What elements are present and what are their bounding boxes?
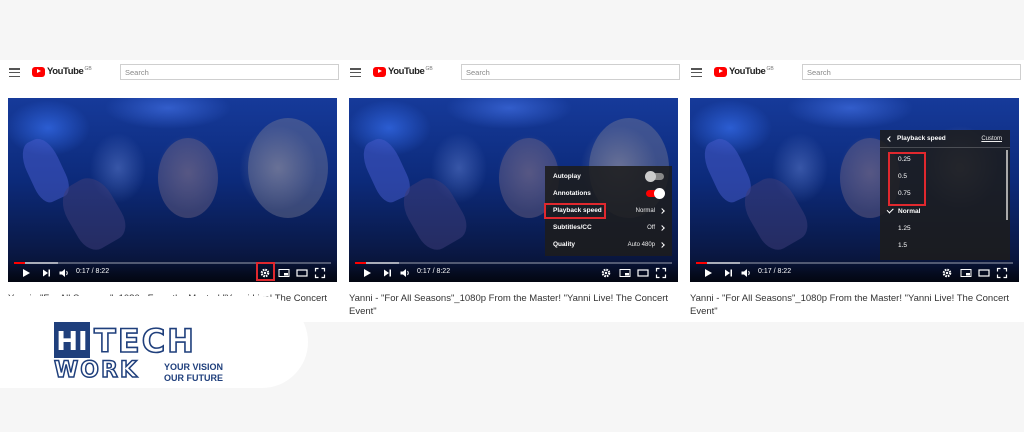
progress-bar[interactable]: [696, 262, 1013, 264]
logo-region: GB: [84, 65, 92, 72]
play-icon[interactable]: [702, 267, 714, 279]
logo-text: YouTube: [388, 66, 425, 77]
search-input[interactable]: Search: [461, 64, 680, 80]
screenshot-panel-1: YouTube GB Search 0:17 / 8:22 The Concer…: [0, 60, 342, 322]
speed-menu-title: Playback speed: [897, 135, 946, 142]
theater-icon[interactable]: [637, 267, 649, 279]
screenshot-panel-2: YouTube GB Search Autoplay Annotations P…: [341, 60, 683, 322]
hi-text: HI: [56, 327, 87, 357]
menu-item-quality[interactable]: Quality Auto 480p: [545, 236, 672, 253]
fullscreen-icon[interactable]: [655, 267, 667, 279]
time-display: 0:17 / 8:22: [76, 268, 110, 275]
autoplay-toggle[interactable]: [645, 171, 664, 182]
tagline-line-1: YOUR VISION: [164, 362, 224, 372]
tagline-line-2: OUR FUTURE: [164, 373, 223, 383]
masthead: YouTube GB Search: [682, 60, 1024, 86]
logo-text: YouTube: [47, 66, 84, 77]
logo-region: GB: [425, 65, 433, 72]
miniplayer-icon[interactable]: [619, 267, 631, 279]
player-controls: 0:17 / 8:22: [349, 260, 678, 282]
search-input[interactable]: Search: [120, 64, 339, 80]
menu-scrollbar[interactable]: [1006, 150, 1008, 220]
progress-played: [355, 262, 366, 264]
youtube-play-icon: [32, 66, 45, 77]
masthead: YouTube GB Search: [341, 60, 683, 86]
playback-speed-highlight-box: [544, 203, 606, 219]
gear-highlight-box: [256, 262, 275, 281]
slow-speeds-highlight-box: [888, 152, 926, 206]
progress-bar[interactable]: [14, 262, 331, 264]
chevron-right-icon: [659, 224, 665, 231]
screenshot-panel-3: YouTube GB Search Playback speed Custom …: [682, 60, 1024, 322]
menu-item-label: Subtitles/CC: [553, 224, 592, 231]
next-icon[interactable]: [381, 267, 393, 279]
play-icon[interactable]: [20, 267, 32, 279]
progress-bar[interactable]: [355, 262, 672, 264]
hitech-logo: HI TECH: [54, 322, 192, 358]
menu-item-label: Annotations: [553, 190, 591, 197]
masthead: YouTube GB Search: [0, 60, 342, 86]
volume-icon[interactable]: [740, 267, 752, 279]
time-display: 0:17 / 8:22: [758, 268, 792, 275]
annotations-toggle[interactable]: [646, 188, 665, 199]
gear-icon[interactable]: [600, 267, 612, 279]
fullscreen-icon[interactable]: [996, 267, 1008, 279]
video-player[interactable]: Playback speed Custom 0.25 0.5 0.75 Norm…: [690, 98, 1019, 282]
menu-item-label: Autoplay: [553, 173, 581, 180]
video-frame-detail: [158, 138, 218, 218]
player-controls: 0:17 / 8:22: [8, 260, 337, 282]
menu-item-value: Normal: [635, 207, 655, 214]
hamburger-icon[interactable]: [9, 68, 20, 77]
youtube-logo[interactable]: YouTube GB: [714, 66, 774, 77]
volume-icon[interactable]: [399, 267, 411, 279]
gear-icon[interactable]: [941, 267, 953, 279]
speed-option[interactable]: 1.25: [880, 220, 1010, 237]
miniplayer-icon[interactable]: [278, 267, 290, 279]
custom-speed-link[interactable]: Custom: [981, 136, 1002, 142]
next-icon[interactable]: [722, 267, 734, 279]
video-title[interactable]: Yanni - "For All Seasons"_1080p From the…: [349, 292, 679, 318]
video-frame-detail: [248, 118, 328, 218]
play-icon[interactable]: [361, 267, 373, 279]
speed-option-label: Normal: [898, 208, 921, 215]
player-controls: 0:17 / 8:22: [690, 260, 1019, 282]
miniplayer-icon[interactable]: [960, 267, 972, 279]
hamburger-icon[interactable]: [350, 68, 361, 77]
tech-text: TECH: [94, 322, 192, 358]
time-display: 0:17 / 8:22: [417, 268, 451, 275]
work-text: WORK: [53, 358, 139, 383]
youtube-logo[interactable]: YouTube GB: [32, 66, 92, 77]
speed-menu-header: Playback speed Custom: [880, 130, 1010, 148]
volume-icon[interactable]: [58, 267, 70, 279]
logo-text: YouTube: [729, 66, 766, 77]
theater-icon[interactable]: [296, 267, 308, 279]
next-icon[interactable]: [40, 267, 52, 279]
menu-item-subtitles[interactable]: Subtitles/CC Off: [545, 219, 672, 236]
menu-item-annotations[interactable]: Annotations: [545, 185, 672, 202]
video-title[interactable]: Yanni - "For All Seasons"_1080p From the…: [690, 292, 1020, 318]
theater-icon[interactable]: [978, 267, 990, 279]
search-input[interactable]: Search: [802, 64, 1021, 80]
back-chevron-icon[interactable]: [887, 135, 893, 142]
fullscreen-icon[interactable]: [314, 267, 326, 279]
chevron-right-icon: [659, 207, 665, 214]
speed-option[interactable]: 1.5: [880, 237, 1010, 254]
menu-item-label: Quality: [553, 241, 576, 248]
youtube-play-icon: [373, 66, 386, 77]
progress-played: [696, 262, 707, 264]
video-player[interactable]: 0:17 / 8:22: [8, 98, 337, 282]
logo-region: GB: [766, 65, 774, 72]
youtube-play-icon: [714, 66, 727, 77]
hamburger-icon[interactable]: [691, 68, 702, 77]
menu-item-value: Auto 480p: [627, 241, 655, 248]
video-player[interactable]: Autoplay Annotations Playback speed Norm…: [349, 98, 678, 282]
youtube-logo[interactable]: YouTube GB: [373, 66, 433, 77]
check-icon: [886, 206, 894, 214]
progress-played: [14, 262, 25, 264]
menu-item-value: Off: [647, 224, 655, 231]
menu-item-autoplay[interactable]: Autoplay: [545, 168, 672, 185]
chevron-right-icon: [659, 241, 665, 248]
